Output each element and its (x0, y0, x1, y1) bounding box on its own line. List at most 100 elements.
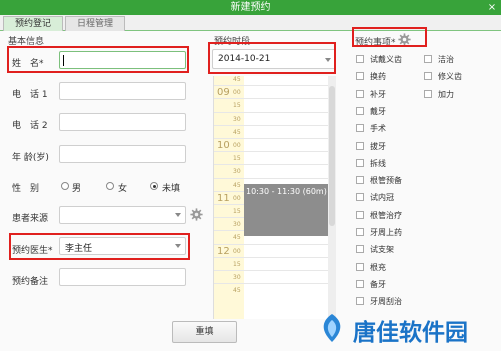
minute-label: 15 (233, 208, 241, 215)
time-row[interactable]: 45 (214, 76, 336, 85)
gender-unspecified-label: 未填 (162, 184, 181, 194)
item-checkbox[interactable] (356, 176, 364, 185)
window-title: 新建预约 (230, 2, 271, 13)
minute-label: 45 (233, 181, 241, 189)
minute-label: 45 (233, 287, 241, 295)
time-row[interactable]: 15 (214, 98, 336, 111)
minute-label: 15 (233, 155, 241, 163)
source-select[interactable] (59, 206, 186, 224)
item-checkbox[interactable] (424, 72, 432, 81)
item-checkbox[interactable] (356, 72, 364, 81)
item-label: 补牙 (370, 89, 386, 99)
time-row[interactable]: 12 00 (214, 243, 336, 257)
time-grid[interactable]: 45 09 00 15 30 45 10 00 15 30 45 11 00 15 30 45 12 00 15 30… (213, 76, 336, 319)
tab-schedule-management[interactable]: 日程管理 (65, 16, 125, 31)
minute-label: 00 (233, 142, 241, 149)
item-checkbox[interactable] (356, 297, 364, 306)
chevron-down-icon (175, 213, 181, 217)
gender-radio-female[interactable] (106, 182, 114, 190)
time-row[interactable]: 45 (214, 124, 336, 138)
name-label: 姓 名* (12, 59, 44, 69)
time-row[interactable]: 09 00 (214, 85, 336, 98)
item-checkbox[interactable] (424, 55, 432, 63)
item-checkbox[interactable] (356, 55, 364, 63)
basic-info-title: 基本信息 (8, 37, 45, 47)
minute-label: 30 (233, 221, 241, 229)
item-checkbox[interactable] (356, 106, 364, 115)
time-row[interactable]: 30 (214, 164, 336, 177)
time-row[interactable]: 15 (214, 256, 336, 270)
watermark: 唐佳软件园 (311, 305, 501, 351)
time-row[interactable]: 30 (214, 270, 336, 283)
item-label: 戴牙 (370, 106, 386, 116)
minute-label: 00 (233, 89, 241, 97)
item-label: 根管治疗 (370, 210, 402, 220)
minute-label: 30 (233, 274, 241, 281)
chevron-down-icon (175, 244, 181, 248)
item-label: 拆线 (370, 158, 386, 168)
item-checkbox[interactable] (356, 158, 364, 167)
date-select[interactable]: 2014-10-21 (212, 49, 336, 69)
item-checkbox[interactable] (356, 245, 364, 254)
phone1-input[interactable] (59, 82, 186, 100)
item-checkbox[interactable] (424, 89, 432, 98)
minute-label: 30 (233, 115, 241, 123)
source-label: 患者来源 (12, 214, 49, 224)
hour-label: 12 (217, 245, 230, 257)
watermark-logo-icon (323, 314, 341, 342)
gender-radio-male[interactable] (61, 182, 69, 190)
doctor-label: 预约医生* (12, 246, 53, 256)
item-label: 备牙 (370, 279, 386, 289)
minute-label: 15 (233, 260, 241, 268)
time-row[interactable]: 30 (214, 111, 336, 125)
time-row[interactable]: 45 (214, 283, 336, 296)
time-grid-scrollbar[interactable] (328, 76, 336, 319)
item-checkbox[interactable] (356, 210, 364, 219)
item-checkbox[interactable] (356, 124, 364, 133)
hour-label: 11 (217, 192, 230, 204)
item-label: 换药 (370, 72, 386, 82)
item-label: 加力 (438, 89, 454, 99)
age-label: 年 龄(岁) (12, 153, 49, 163)
item-checkbox[interactable] (356, 141, 364, 150)
tab-appointment-register[interactable]: 预约登记 (3, 16, 63, 31)
phone1-label: 电 话 1 (12, 90, 48, 100)
item-label: 修义齿 (438, 72, 462, 82)
gear-icon[interactable] (398, 33, 411, 46)
phone2-label: 电 话 2 (12, 121, 48, 131)
close-icon[interactable]: × (486, 0, 498, 15)
text-caret (63, 55, 64, 66)
scrollbar-thumb[interactable] (329, 86, 335, 226)
minute-label: 30 (233, 168, 241, 176)
reset-button[interactable]: 重填 (172, 321, 237, 343)
item-label: 试支架 (370, 245, 394, 255)
gender-label: 性 别 (12, 184, 40, 194)
age-input[interactable] (59, 145, 186, 163)
time-section-title: 预约时段 (214, 37, 251, 47)
time-row[interactable]: 15 (214, 151, 336, 164)
item-label: 拔牙 (370, 141, 386, 151)
items-section-title: 预约事项* (355, 38, 396, 48)
phone2-input[interactable] (59, 113, 186, 131)
name-input[interactable] (59, 51, 186, 69)
booked-slot-label: 10:30 - 11:30 (60m) (246, 187, 327, 196)
time-row[interactable]: 10 00 (214, 138, 336, 151)
item-checkbox[interactable] (356, 89, 364, 98)
minute-label: 45 (233, 234, 241, 242)
note-input[interactable] (59, 268, 186, 286)
item-checkbox[interactable] (356, 193, 364, 202)
item-checkbox[interactable] (356, 279, 364, 288)
gender-radio-unspecified[interactable] (150, 182, 158, 190)
item-label: 牙周上药 (370, 228, 402, 237)
gear-icon[interactable] (190, 208, 203, 221)
doctor-value: 李主任 (65, 244, 93, 254)
item-checkbox[interactable] (356, 262, 364, 271)
minute-label: 00 (233, 194, 241, 202)
chevron-down-icon (325, 58, 331, 62)
doctor-select[interactable]: 李主任 (59, 237, 186, 255)
item-checkbox[interactable] (356, 228, 364, 236)
minute-label: 45 (233, 128, 241, 136)
hour-label: 09 (217, 87, 230, 99)
booked-slot[interactable]: 10:30 - 11:30 (60m) (244, 184, 336, 236)
date-value: 2014-10-21 (218, 54, 271, 64)
